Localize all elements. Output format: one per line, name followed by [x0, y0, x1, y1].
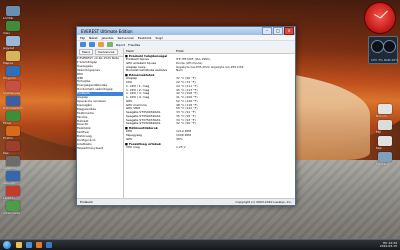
refresh-icon[interactable] — [107, 42, 113, 47]
desktop-icon-label: Excel — [3, 121, 11, 125]
nav-tree: ▾ EVEREST v4.60.1525 Beta ▾ Számítógép Ö… — [77, 56, 123, 151]
menu-item[interactable]: Fájl — [80, 36, 85, 40]
window-content: Menü Kedvencek ▾ EVEREST v4.60.1525 Beta … — [77, 48, 295, 199]
desktop-icon[interactable] — [378, 120, 392, 130]
desktop-icon-label: Firefox — [3, 136, 13, 140]
clock-gadget[interactable] — [364, 2, 396, 34]
cpu-meter-readout: CPU 3% RAM 40% — [371, 58, 399, 62]
forward-icon[interactable] — [89, 42, 95, 47]
explorer-taskbar-icon[interactable] — [16, 242, 22, 248]
desktop-icon-label: Dokumentum — [3, 106, 24, 110]
ram-gauge — [383, 40, 396, 53]
desktop-icon-label: Kép — [376, 146, 382, 150]
desktop-icon-label: Telepítő — [3, 181, 15, 185]
desktop-icon-label: Alkalmazás — [3, 211, 20, 215]
navigation-pane: Menü Kedvencek ▾ EVEREST v4.60.1525 Beta … — [77, 48, 124, 199]
desktop-icon[interactable] — [378, 104, 392, 114]
taskbar: HU 12:34 2010.03.15 — [0, 239, 400, 250]
desktop-icon[interactable] — [6, 156, 20, 166]
desktop-icon[interactable] — [378, 136, 392, 146]
details-list: ■ Érzékelő tulajdonságai Érzékelő típusa… — [124, 54, 295, 150]
desktop-icon-label: Fájl — [376, 130, 381, 134]
desktop-icon[interactable] — [6, 141, 20, 151]
field-column-header[interactable]: Mező — [124, 49, 176, 53]
detail-value: Nem — [176, 68, 184, 73]
desktop-icon-label: Kép — [3, 151, 9, 155]
desktop-icon-label: Sajtóanyag — [3, 91, 20, 95]
desktop-icon-label: Lomtár — [376, 162, 387, 166]
desktop-icon[interactable] — [6, 6, 20, 16]
desktop-icon[interactable] — [6, 111, 20, 121]
menu-item[interactable]: Súgó — [156, 36, 164, 40]
menu-item[interactable]: Jelentés — [102, 36, 114, 40]
desktop-icon-label: Dokum. — [376, 114, 388, 118]
maximize-button[interactable]: □ — [273, 27, 283, 35]
detail-value: 36% — [176, 136, 183, 141]
desktop-icon[interactable] — [6, 186, 20, 196]
desktop-icon-label: Mappa — [3, 61, 14, 65]
status-left: Érzékelő — [80, 200, 93, 204]
desktop-icon-label: Jegyzet — [3, 46, 15, 50]
system-tray[interactable]: HU 12:34 2010.03.15 — [380, 242, 397, 248]
everest-window: EVEREST Ultimate Edition – □ × Fájl Nézet… — [76, 26, 296, 206]
detail-value: Gigabyte GA-P35-DS3/ Gigabyte GA-P35-DS4 — [176, 64, 244, 69]
update-button[interactable]: Frissítés — [128, 43, 140, 47]
minimize-button[interactable]: – — [262, 27, 272, 35]
desktop-icon[interactable] — [6, 201, 20, 211]
menu-item[interactable]: Kedvencek — [118, 36, 134, 40]
desktop: Lomtár Visio Jegyzet Mappa Program Sajtóanyag… — [0, 0, 400, 250]
clock-minute-hand — [374, 14, 381, 19]
menu-item[interactable]: Nézet — [89, 36, 98, 40]
nav-tab[interactable]: Menü — [79, 49, 94, 55]
desktop-icon[interactable] — [6, 171, 20, 181]
close-button[interactable]: × — [284, 27, 294, 35]
desktop-icon[interactable] — [378, 152, 392, 162]
detail-value: 32 °C (90 °F) — [176, 121, 196, 126]
status-right: Copyright (c) 2003-2010 Lavalys, Inc. — [235, 200, 292, 204]
back-icon[interactable] — [80, 42, 86, 47]
tree-item[interactable]: Teljesítményteszt — [77, 146, 123, 151]
up-icon[interactable] — [98, 42, 104, 47]
desktop-icon[interactable] — [6, 36, 20, 46]
menu-item[interactable]: Eszközök — [138, 36, 152, 40]
title-bar[interactable]: EVEREST Ultimate Edition – □ × — [77, 27, 295, 35]
details-pane: Mező Érték ■ Érzékelő tulajdonságai Érzé… — [124, 48, 295, 199]
detail-row[interactable]: CPU mag 1.25 V — [124, 144, 295, 150]
nav-tab[interactable]: Kedvencek — [95, 49, 118, 55]
tray-date: 2010.03.15 — [379, 244, 397, 248]
cpu-meter-gadget[interactable]: CPU 3% RAM 40% — [368, 36, 398, 64]
desktop-icon[interactable] — [6, 51, 20, 61]
desktop-icon-label: Letöltés — [3, 196, 15, 200]
desktop-icon-label: Lomtár — [3, 16, 14, 20]
start-button[interactable] — [3, 241, 11, 249]
desktop-icon[interactable] — [6, 126, 20, 136]
desktop-icon[interactable] — [6, 21, 20, 31]
detail-field: CPU mag — [126, 145, 140, 149]
desktop-icon-label: Program — [3, 76, 16, 80]
clock-hour-hand — [380, 10, 388, 19]
desktop-icon-label: Visio — [3, 31, 11, 35]
report-button[interactable]: Riport — [116, 43, 125, 47]
media-taskbar-icon[interactable] — [36, 242, 42, 248]
desktop-icon[interactable] — [6, 96, 20, 106]
window-title: EVEREST Ultimate Edition — [81, 28, 133, 34]
browser-taskbar-icon[interactable] — [26, 242, 32, 248]
everest-taskbar-icon[interactable] — [46, 242, 52, 248]
status-bar: Érzékelő Copyright (c) 2003-2010 Lavalys… — [77, 198, 295, 205]
value-column-header[interactable]: Érték — [176, 49, 184, 53]
detail-value: 1.25 V — [176, 144, 186, 149]
desktop-icon[interactable] — [6, 66, 20, 76]
desktop-icon[interactable] — [6, 81, 20, 91]
desktop-icon-label: Kalkulátor — [3, 166, 19, 170]
